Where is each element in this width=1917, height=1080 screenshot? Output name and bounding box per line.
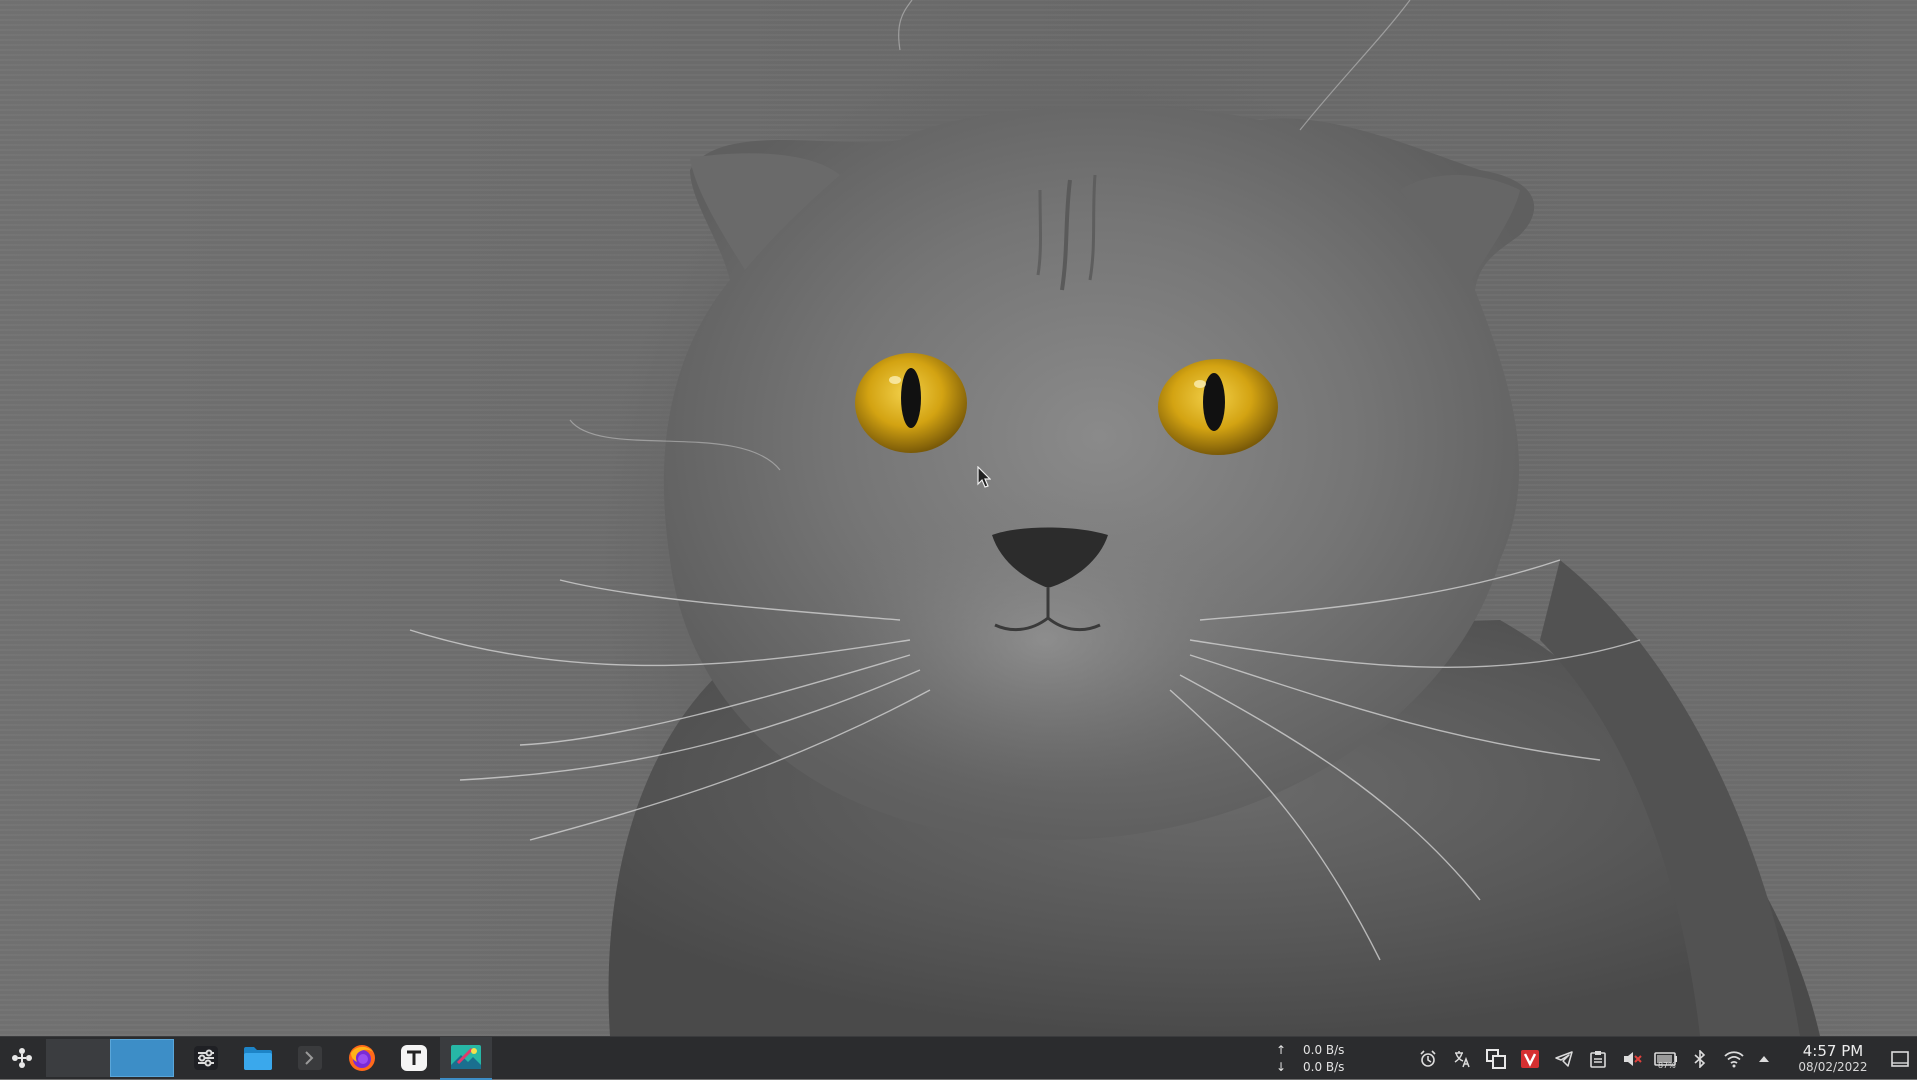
task-settings[interactable] <box>180 1037 232 1080</box>
network-speed-monitor[interactable]: ↑ 0.0 B/s ↓ 0.0 B/s <box>1271 1037 1361 1080</box>
digital-clock[interactable]: 4:57 PM 08/02/2022 <box>1783 1037 1883 1080</box>
battery-percent: 87% <box>1658 1061 1676 1070</box>
taskbar-panel: ↑ 0.0 B/s ↓ 0.0 B/s 87% 4:57 PM 08/02/20… <box>0 1036 1917 1080</box>
windows-switcher-icon <box>1486 1048 1506 1069</box>
tray-bluetooth[interactable] <box>1683 1037 1717 1080</box>
task-firefox[interactable] <box>336 1037 388 1080</box>
clock-time: 4:57 PM <box>1802 1042 1864 1060</box>
settings-sliders-icon <box>194 1046 218 1070</box>
task-image-viewer[interactable] <box>440 1036 492 1080</box>
task-terminal[interactable] <box>284 1037 336 1080</box>
desktop-2[interactable] <box>110 1039 174 1077</box>
upload-speed: 0.0 B/s <box>1303 1043 1345 1057</box>
tray-windows-switcher[interactable] <box>1479 1037 1513 1080</box>
desktop-1[interactable] <box>46 1039 110 1077</box>
clock-date: 08/02/2022 <box>1798 1060 1868 1074</box>
tray-clipboard[interactable] <box>1581 1037 1615 1080</box>
application-launcher-button[interactable] <box>0 1037 44 1080</box>
application-launcher-icon <box>12 1048 32 1068</box>
file-manager-folder-icon <box>244 1047 272 1070</box>
bluetooth-icon <box>1694 1049 1706 1068</box>
alarm-clock-icon <box>1420 1049 1436 1067</box>
tray-wifi[interactable] <box>1717 1037 1751 1080</box>
typora-text-icon <box>401 1045 427 1071</box>
download-arrow-icon: ↓ <box>1275 1060 1287 1074</box>
download-speed: 0.0 B/s <box>1303 1060 1345 1074</box>
cat-wallpaper-image <box>409 0 1820 1036</box>
tray-battery[interactable]: 87% <box>1649 1037 1683 1080</box>
vivaldi-icon <box>1521 1049 1539 1068</box>
translate-icon <box>1454 1050 1470 1067</box>
system-tray: ↑ 0.0 B/s ↓ 0.0 B/s 87% 4:57 PM 08/02/20… <box>1271 1037 1917 1080</box>
volume-muted-icon <box>1624 1051 1642 1066</box>
telegram-icon <box>1555 1050 1573 1067</box>
virtual-desktop-pager <box>46 1039 174 1077</box>
show-desktop-button[interactable] <box>1883 1037 1917 1080</box>
tray-telegram[interactable] <box>1547 1037 1581 1080</box>
expand-tray-arrow-icon <box>1759 1055 1769 1062</box>
wifi-icon <box>1724 1050 1744 1067</box>
firefox-icon <box>349 1045 375 1071</box>
terminal-icon <box>298 1046 322 1070</box>
tray-expand[interactable] <box>1751 1037 1777 1080</box>
upload-arrow-icon: ↑ <box>1275 1043 1287 1057</box>
task-typora[interactable] <box>388 1037 440 1080</box>
clipboard-icon <box>1590 1050 1606 1068</box>
tray-alarm[interactable] <box>1411 1037 1445 1080</box>
tray-vivaldi[interactable] <box>1513 1037 1547 1080</box>
tray-volume[interactable] <box>1615 1037 1649 1080</box>
task-file-manager[interactable] <box>232 1037 284 1080</box>
tray-translate[interactable] <box>1445 1037 1479 1080</box>
show-desktop-icon <box>1891 1050 1909 1067</box>
image-viewer-icon <box>451 1045 481 1069</box>
mouse-cursor <box>977 466 991 488</box>
